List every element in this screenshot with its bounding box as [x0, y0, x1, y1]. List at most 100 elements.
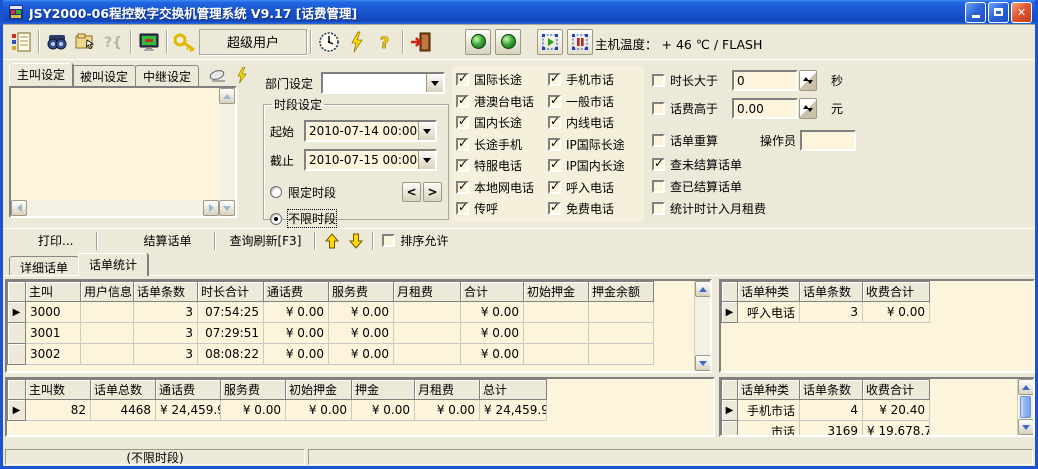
calltype-col1-0[interactable]: 国际长途: [456, 71, 548, 88]
column-header[interactable]: 用户信息: [81, 282, 134, 302]
spinner-button[interactable]: [799, 98, 817, 119]
timer-button[interactable]: [315, 28, 343, 56]
cell[interactable]: [394, 344, 461, 365]
column-header[interactable]: 话单种类: [738, 282, 800, 302]
calltype-col1-6[interactable]: 传呼: [456, 200, 548, 217]
cell[interactable]: 4468: [91, 400, 156, 421]
cell[interactable]: [394, 302, 461, 323]
listbox-vertical-scrollbar[interactable]: [219, 88, 235, 216]
settled-checkbox[interactable]: [652, 180, 665, 193]
calltype-col1-1[interactable]: 港澳台电话: [456, 93, 548, 110]
scrollbar-thumb[interactable]: [1020, 396, 1031, 418]
calltype-col2-6[interactable]: 免费电话: [548, 200, 640, 217]
cell[interactable]: ¥ 0.00: [264, 344, 329, 365]
cell[interactable]: [81, 302, 134, 323]
cell[interactable]: 市话: [738, 421, 800, 438]
recalc-checkbox[interactable]: [652, 134, 665, 147]
scroll-up-button[interactable]: [695, 281, 711, 297]
calltype-col1-5[interactable]: 本地网电话: [456, 179, 548, 196]
calltype-col2-0[interactable]: 手机市话: [548, 71, 640, 88]
column-header[interactable]: 主叫数: [26, 380, 91, 400]
checkbox-checked-icon[interactable]: [548, 159, 561, 172]
cell[interactable]: ¥ 0.00: [221, 400, 286, 421]
calltype-col2-5[interactable]: 呼入电话: [548, 179, 640, 196]
maximize-button[interactable]: [988, 2, 1009, 23]
column-header[interactable]: 收费合计: [863, 380, 930, 400]
caller-list-box[interactable]: [9, 86, 237, 218]
table-vertical-scrollbar[interactable]: [694, 281, 710, 371]
cell[interactable]: [589, 323, 654, 344]
cell[interactable]: 3000: [26, 302, 81, 323]
dropdown-button[interactable]: [418, 151, 435, 169]
column-header[interactable]: 话单种类: [738, 380, 800, 400]
scroll-down-button[interactable]: [219, 200, 235, 216]
cell[interactable]: [524, 323, 589, 344]
settle-button[interactable]: 结算话单: [124, 229, 210, 252]
checkbox-checked-icon[interactable]: [456, 138, 469, 151]
line-status-button-2[interactable]: [495, 29, 521, 55]
cell[interactable]: 07:54:25: [198, 302, 264, 323]
tab-trunk-setting[interactable]: 中继设定: [135, 65, 199, 86]
limited-period-label[interactable]: 限定时段: [288, 184, 336, 201]
column-header[interactable]: 押金余额: [589, 282, 654, 302]
monthly-fee-checkbox[interactable]: [652, 202, 665, 215]
unsettled-checkbox[interactable]: [652, 158, 665, 171]
tab-called-setting[interactable]: 被叫设定: [72, 65, 136, 86]
properties-button[interactable]: [71, 28, 99, 56]
cell[interactable]: 3: [800, 302, 863, 323]
cell[interactable]: [589, 344, 654, 365]
calltype-col2-2[interactable]: 内线电话: [548, 114, 640, 131]
scroll-up-button[interactable]: [219, 88, 235, 104]
line-status-button-1[interactable]: [465, 29, 491, 55]
tab-caller-setting[interactable]: 主叫设定: [9, 63, 73, 86]
operator-input[interactable]: [800, 130, 856, 151]
fee-value[interactable]: 0.00: [732, 98, 798, 119]
fee-spinedit[interactable]: 0.00: [732, 98, 817, 119]
cell[interactable]: 3169: [800, 421, 863, 438]
monitor-button[interactable]: [135, 28, 163, 56]
limited-period-radio[interactable]: [270, 186, 282, 198]
sort-allow-checkbox[interactable]: [382, 234, 395, 247]
cell[interactable]: ¥ 19,678.70: [863, 421, 930, 438]
column-header[interactable]: 初始押金: [524, 282, 589, 302]
cell[interactable]: ¥ 0.00: [461, 323, 524, 344]
checkbox-checked-icon[interactable]: [456, 159, 469, 172]
checkbox-checked-icon[interactable]: [548, 95, 561, 108]
cell[interactable]: ¥ 0.00: [461, 344, 524, 365]
start-datetime-combobox[interactable]: 2010-07-14 00:00: [304, 120, 437, 142]
cell[interactable]: ¥ 0.00: [415, 400, 480, 421]
unlimited-period-radio[interactable]: [270, 213, 282, 225]
charge-button[interactable]: [343, 28, 371, 56]
cell[interactable]: 3: [134, 344, 198, 365]
cell[interactable]: 3: [134, 302, 198, 323]
checkbox-checked-icon[interactable]: [456, 116, 469, 129]
tab-record-statistics[interactable]: 话单统计: [78, 253, 148, 276]
login-key-button[interactable]: [171, 28, 199, 56]
cell[interactable]: ¥ 0.00: [264, 302, 329, 323]
duration-filter-checkbox[interactable]: [652, 74, 665, 87]
scroll-down-button[interactable]: [695, 355, 711, 371]
end-datetime-combobox[interactable]: 2010-07-15 00:00: [304, 149, 437, 171]
table-vertical-scrollbar[interactable]: [1017, 379, 1033, 435]
eraser-icon[interactable]: [208, 69, 228, 83]
dataset-run-button[interactable]: [537, 29, 563, 55]
cell[interactable]: ¥ 0.00: [863, 302, 930, 323]
cell[interactable]: 3001: [26, 323, 81, 344]
cell[interactable]: 3002: [26, 344, 81, 365]
column-header[interactable]: 话单条数: [800, 282, 863, 302]
column-header[interactable]: 收费合计: [863, 282, 930, 302]
cell[interactable]: ¥ 0.00: [461, 302, 524, 323]
column-header[interactable]: 月租费: [415, 380, 480, 400]
report-button[interactable]: [7, 28, 35, 56]
column-header[interactable]: 话单条数: [800, 380, 863, 400]
column-header[interactable]: 押金: [352, 380, 415, 400]
column-header[interactable]: 通话费: [156, 380, 221, 400]
search-button[interactable]: [43, 28, 71, 56]
column-header[interactable]: 服务费: [329, 282, 394, 302]
next-day-button[interactable]: >: [423, 182, 442, 202]
checkbox-checked-icon[interactable]: [548, 73, 561, 86]
listbox-horizontal-scrollbar[interactable]: [11, 200, 219, 216]
checkbox-checked-icon[interactable]: [548, 116, 561, 129]
cell[interactable]: 08:08:22: [198, 344, 264, 365]
move-up-button[interactable]: [325, 233, 339, 249]
